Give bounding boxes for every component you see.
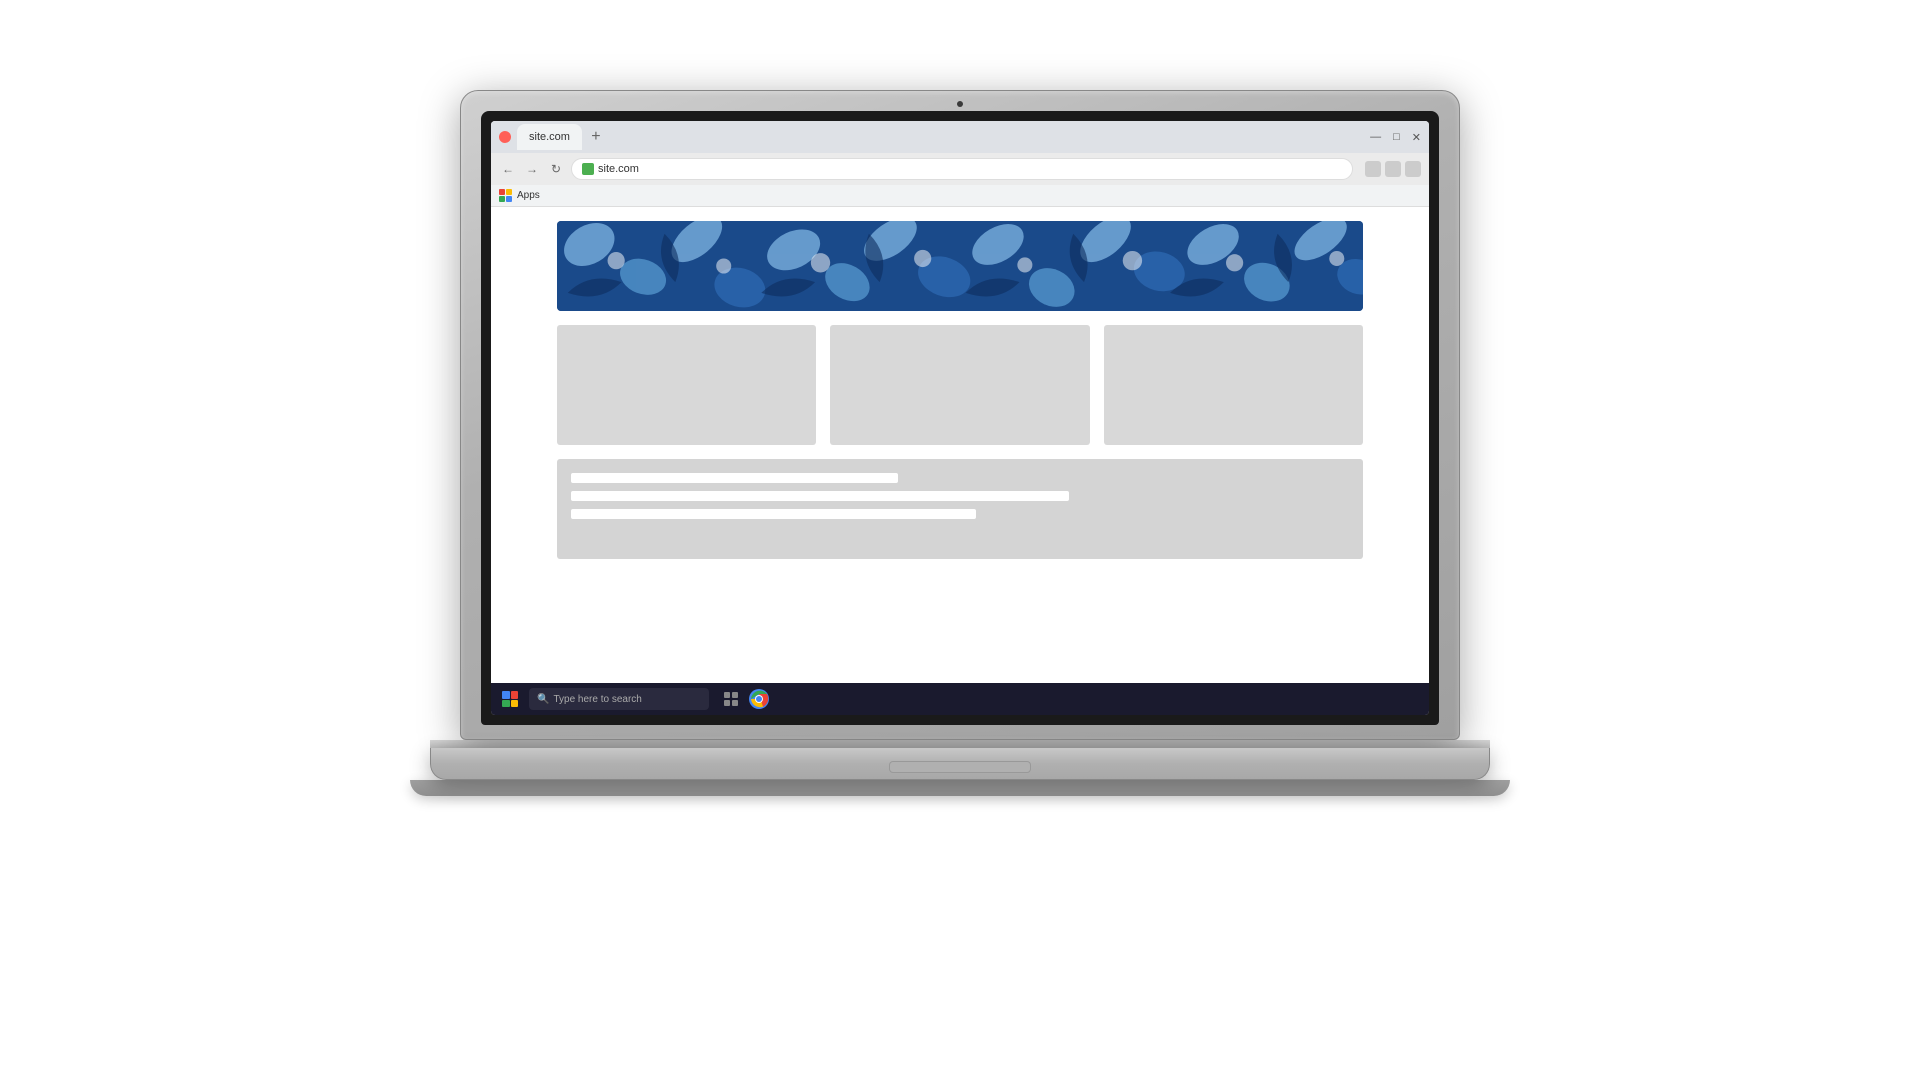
extension-button-3[interactable] [1405, 161, 1421, 177]
tab-bar: site.com + — □ ✕ [491, 121, 1429, 153]
apps-icon-b [506, 196, 512, 202]
refresh-button[interactable]: ↻ [547, 160, 565, 178]
apps-icon-y [506, 189, 512, 195]
content-card-3 [1104, 325, 1364, 445]
maximize-button[interactable]: □ [1393, 131, 1400, 144]
chrome-taskbar-button[interactable] [747, 687, 771, 711]
hero-banner [557, 221, 1364, 311]
laptop-container: site.com + — □ ✕ ← → ↻ [410, 90, 1510, 990]
address-text: site.com [598, 163, 639, 175]
taskbar-search[interactable]: 🔍 Type here to search [529, 688, 709, 710]
text-line-1 [571, 473, 898, 483]
tab-label: site.com [529, 131, 570, 143]
minimize-button[interactable]: — [1370, 131, 1381, 144]
apps-label: Apps [517, 190, 540, 201]
close-button[interactable]: ✕ [1412, 131, 1421, 144]
camera [957, 101, 963, 107]
extension-button-1[interactable] [1365, 161, 1381, 177]
task-view-button[interactable] [719, 687, 743, 711]
add-tab-button[interactable]: + [586, 127, 606, 147]
text-line-2 [571, 491, 1069, 501]
back-button[interactable]: ← [499, 160, 517, 178]
extension-button-2[interactable] [1385, 161, 1401, 177]
hero-pattern [557, 221, 1364, 311]
taskbar: 🔍 Type here to search [491, 683, 1429, 715]
screen-bezel: site.com + — □ ✕ ← → ↻ [481, 111, 1439, 725]
content-card-1 [557, 325, 817, 445]
chrome-icon [749, 689, 769, 709]
apps-grid-icon[interactable] [499, 189, 513, 203]
screen: site.com + — □ ✕ ← → ↻ [491, 121, 1429, 715]
laptop-base [430, 748, 1490, 780]
laptop-base-bottom [410, 780, 1510, 796]
taskbar-search-placeholder: Type here to search [553, 694, 641, 705]
text-line-3 [571, 509, 976, 519]
window-controls: — □ ✕ [1370, 131, 1421, 144]
forward-button[interactable]: → [523, 160, 541, 178]
address-bar-row: ← → ↻ site.com [491, 153, 1429, 185]
windows-logo-icon [502, 691, 518, 707]
win-sq-1 [502, 691, 510, 699]
apps-icon-g [499, 196, 505, 202]
browser-chrome: site.com + — □ ✕ ← → ↻ [491, 121, 1429, 207]
tab-close-dot [499, 131, 511, 143]
taskbar-search-icon: 🔍 [537, 694, 549, 705]
keyboard-area [430, 740, 1490, 748]
browser-tab[interactable]: site.com [517, 124, 582, 150]
laptop-lid: site.com + — □ ✕ ← → ↻ [460, 90, 1460, 740]
content-card-2 [830, 325, 1090, 445]
extensions-area [1365, 161, 1421, 177]
favicon [582, 163, 594, 175]
bookmarks-bar: Apps [491, 185, 1429, 207]
webpage-content [491, 207, 1429, 683]
apps-icon-r [499, 189, 505, 195]
start-button[interactable] [497, 686, 523, 712]
win-sq-4 [511, 700, 519, 708]
cards-row [491, 311, 1429, 445]
win-sq-2 [511, 691, 519, 699]
address-input[interactable]: site.com [571, 158, 1353, 180]
content-block [557, 459, 1364, 559]
taskbar-pinned-apps [719, 687, 771, 711]
task-view-icon [723, 691, 739, 707]
win-sq-3 [502, 700, 510, 708]
